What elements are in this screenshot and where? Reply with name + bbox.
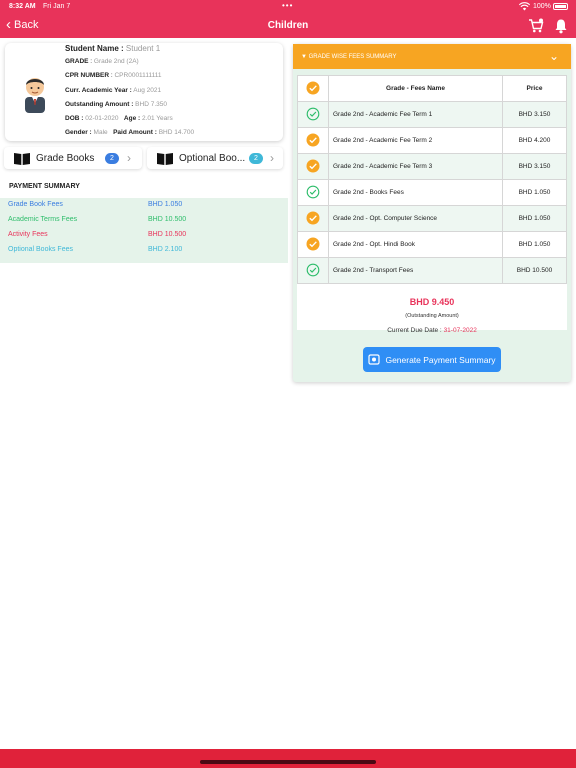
table-row[interactable]: Grade 2nd - Academic Fee Term 1 BHD 3.15… (297, 101, 567, 128)
chevron-down-icon: ⌄ (549, 49, 560, 63)
payment-row-activity: Activity Fees BHD 10.500 (8, 231, 187, 238)
table-row[interactable]: Grade 2nd - Transport Fees BHD 10.500 (297, 257, 567, 284)
gender-value: Male (93, 129, 108, 136)
current-due-date: Current Due Date : 31-07-2022 (387, 327, 477, 334)
dob-line: DOB : 02-01-2020 Age : 2.01 Years (65, 115, 173, 122)
outstanding-total: BHD 9.450 (409, 297, 455, 307)
outstanding-line: Outstanding Amount : BHD 7.350 (65, 101, 167, 108)
checkmark-circle-outline-icon (306, 263, 320, 277)
checkmark-circle-filled-icon (306, 159, 320, 173)
grade-books-button[interactable]: Grade Books 2 › (4, 147, 142, 169)
fees-summary-header-label: ▼ GRADE WISE FEES SUMMARY (301, 54, 397, 60)
receipt-icon (368, 354, 381, 365)
checkmark-circle-filled-icon (306, 81, 320, 95)
status-time: 8:32 AM (9, 3, 36, 10)
book-icon (157, 152, 173, 165)
checkmark-circle-filled-icon (306, 211, 320, 225)
generate-payment-summary-button[interactable]: Generate Payment Summary (363, 347, 501, 372)
payment-summary-title: PAYMENT SUMMARY (9, 183, 80, 190)
gender-line: Gender : Male Paid Amount : BHD 14.700 (65, 129, 195, 136)
fee-checkbox[interactable] (297, 257, 329, 284)
payment-row-academic-terms: Academic Terms Fees BHD 10.500 (8, 216, 187, 223)
academic-year-line: Curr. Academic Year : Aug 2021 (65, 87, 162, 94)
fees-table-header: Grade - Fees Name Price (297, 75, 567, 102)
fees-table: Grade - Fees Name Price Grade 2nd - Acad… (297, 75, 567, 330)
payment-summary-table: Grade Book Fees BHD 1.050 Academic Terms … (0, 198, 288, 263)
fee-checkbox[interactable] (297, 205, 329, 232)
fee-checkbox[interactable] (297, 179, 329, 206)
select-all-checkbox[interactable] (297, 75, 329, 102)
battery-icon (553, 3, 568, 10)
battery-percent: 100% (533, 3, 551, 10)
fee-checkbox[interactable] (297, 231, 329, 258)
fee-checkbox[interactable] (297, 153, 329, 180)
payment-row-optional-books: Optional Books Fees BHD 2.100 (8, 246, 183, 253)
paid-value: BHD 14.700 (158, 129, 195, 136)
checkmark-circle-filled-icon (306, 133, 320, 147)
grade-books-label: Grade Books (36, 152, 95, 164)
chevron-right-icon: › (127, 151, 131, 165)
fee-checkbox[interactable] (297, 127, 329, 154)
page-title: Children (267, 20, 309, 31)
checkmark-circle-filled-icon (306, 237, 320, 251)
dob-value: 02-01-2020 (85, 115, 119, 122)
table-row[interactable]: Grade 2nd - Academic Fee Term 2 BHD 4.20… (297, 127, 567, 154)
home-indicator[interactable] (200, 760, 376, 764)
grade-line: GRADE : Grade 2nd (2A) (65, 58, 139, 65)
outstanding-total-label: (Outstanding Amount) (405, 313, 459, 319)
wifi-icon (519, 2, 530, 11)
table-row[interactable]: Grade 2nd - Books Fees BHD 1.050 (297, 179, 567, 206)
checkmark-circle-outline-icon (306, 185, 320, 199)
academic-year-value: Aug 2021 (133, 87, 162, 94)
outstanding-value: BHD 7.350 (135, 101, 167, 108)
checkmark-circle-outline-icon (306, 107, 320, 121)
optional-books-count-badge: 2 (249, 153, 263, 164)
bell-icon[interactable] (553, 18, 569, 34)
col-price: Price (502, 75, 567, 102)
generate-label: Generate Payment Summary (385, 354, 496, 365)
fee-checkbox[interactable] (297, 101, 329, 128)
age-value: 2.01 Years (141, 115, 173, 122)
payment-row-grade-books: Grade Book Fees BHD 1.050 (8, 201, 183, 208)
chevron-right-icon: › (270, 151, 274, 165)
table-row[interactable]: Grade 2nd - Opt. Hindi Book BHD 1.050 (297, 231, 567, 258)
table-row[interactable]: Grade 2nd - Opt. Computer Science BHD 1.… (297, 205, 567, 232)
due-date-value: 31-07-2022 (443, 327, 477, 334)
cpr-line: CPR NUMBER : CPR0001111111 (65, 72, 162, 79)
student-avatar (25, 78, 45, 113)
grade-value: Grade 2nd (2A) (93, 58, 139, 65)
multitask-dots[interactable]: ••• (282, 1, 293, 10)
grade-wise-fees-panel: ▼ GRADE WISE FEES SUMMARY ⌄ Grade - Fees… (293, 44, 571, 382)
nav-bar: ‹ Back Children (0, 14, 576, 38)
student-card[interactable]: Student Name : Student 1 GRADE : Grade 2… (5, 43, 283, 141)
cpr-value: CPR0001111111 (114, 72, 162, 79)
col-fee-name: Grade - Fees Name (328, 75, 503, 102)
status-date: Fri Jan 7 (43, 3, 71, 10)
optional-books-button[interactable]: Optional Boo... 2 › (147, 147, 283, 169)
student-name-line: Student Name : Student 1 (65, 44, 161, 53)
cart-icon[interactable] (528, 18, 544, 34)
table-row[interactable]: Grade 2nd - Academic Fee Term 3 BHD 3.15… (297, 153, 567, 180)
book-icon (14, 152, 30, 165)
bottom-bar (0, 749, 576, 768)
fees-summary-header[interactable]: ▼ GRADE WISE FEES SUMMARY ⌄ (293, 44, 571, 69)
optional-books-label: Optional Boo... (179, 152, 246, 164)
student-name: Student 1 (125, 44, 161, 53)
grade-books-count-badge: 2 (105, 153, 119, 164)
status-bar: 8:32 AM Fri Jan 7 ••• 100% (0, 0, 576, 14)
